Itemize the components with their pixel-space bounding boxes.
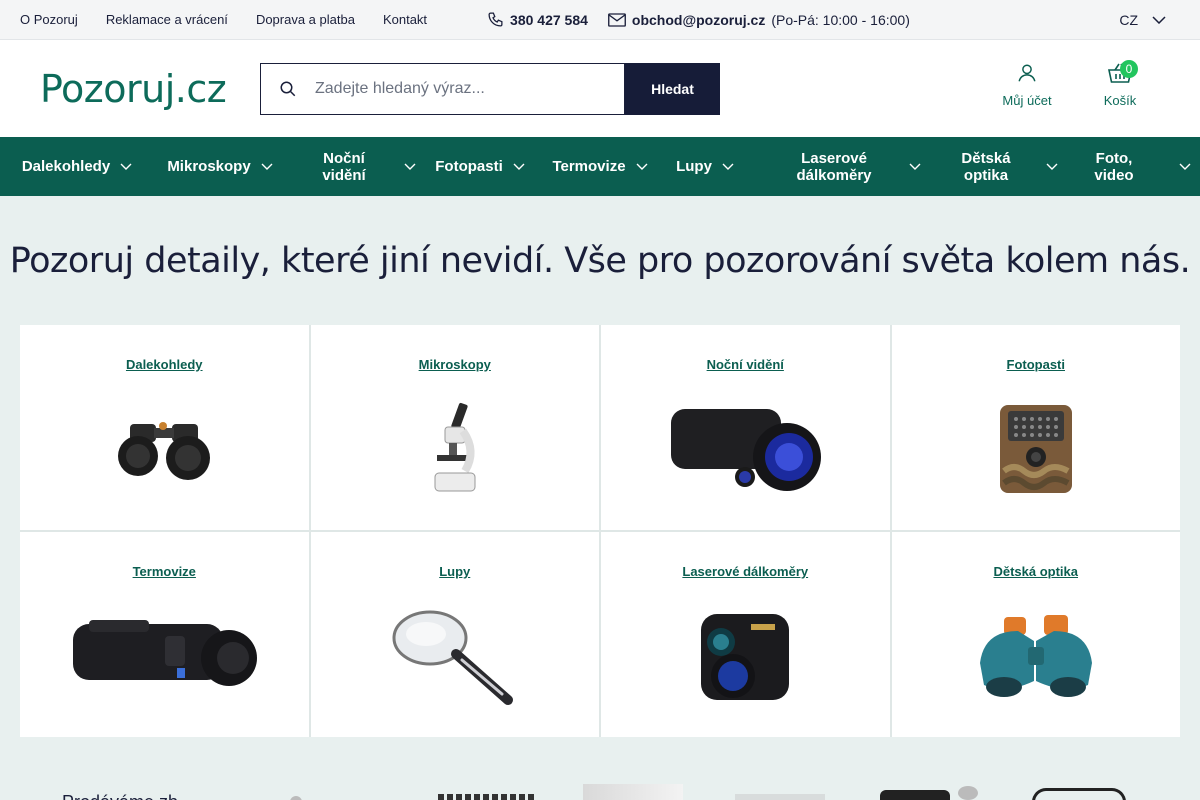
nav-item-thermal[interactable]: Termovize bbox=[540, 137, 660, 196]
category-title[interactable]: Dětská optika bbox=[993, 564, 1078, 579]
brand-logo[interactable] bbox=[290, 796, 302, 800]
binoculars-image bbox=[114, 394, 214, 504]
nav-item-microscopes[interactable]: Mikroskopy bbox=[150, 137, 290, 196]
nav-label: Lupy bbox=[676, 158, 712, 175]
chevron-down-icon bbox=[909, 163, 921, 170]
brand-logo[interactable] bbox=[583, 784, 683, 800]
chevron-down-icon bbox=[1152, 15, 1166, 24]
search-icon bbox=[279, 80, 297, 98]
brand-logo[interactable] bbox=[1032, 788, 1126, 800]
nav-item-kids-optics[interactable]: Dětská optika bbox=[930, 137, 1070, 196]
brand-logo[interactable] bbox=[438, 794, 534, 800]
email-address[interactable]: obchod@pozoruj.cz bbox=[632, 12, 765, 28]
top-links: O Pozoruj Reklamace a vrácení Doprava a … bbox=[20, 12, 427, 27]
top-link-about[interactable]: O Pozoruj bbox=[20, 12, 78, 27]
category-card-microscopes[interactable]: Mikroskopy bbox=[310, 325, 599, 530]
site-logo[interactable]: Pozoruj.cz bbox=[40, 67, 260, 111]
chevron-down-icon bbox=[513, 163, 525, 170]
nav-label: Dalekohledy bbox=[21, 158, 111, 175]
nav-label: Termovize bbox=[552, 158, 626, 175]
user-icon bbox=[1016, 62, 1038, 84]
chevron-down-icon bbox=[1179, 163, 1191, 170]
cart-button[interactable]: 0 Košík bbox=[1098, 60, 1142, 108]
brands-heading: Prodáváme zb bbox=[62, 792, 178, 800]
chevron-down-icon bbox=[120, 163, 132, 170]
thermal-imager-image bbox=[69, 601, 259, 711]
nav-item-night-vision[interactable]: Noční vidění bbox=[290, 137, 420, 196]
chevron-down-icon bbox=[404, 163, 416, 170]
top-link-returns[interactable]: Reklamace a vrácení bbox=[106, 12, 228, 27]
account-button[interactable]: Můj účet bbox=[1000, 62, 1054, 108]
category-card-kids-optics[interactable]: Dětská optika bbox=[891, 532, 1180, 737]
mail-icon bbox=[607, 12, 626, 27]
category-title[interactable]: Mikroskopy bbox=[419, 357, 491, 372]
category-title[interactable]: Fotopasti bbox=[1007, 357, 1066, 372]
rangefinder-image bbox=[695, 601, 795, 711]
category-card-night-vision[interactable]: Noční vidění bbox=[601, 325, 890, 530]
contact-info: 380 427 584 obchod@pozoruj.cz (Po-Pá: 10… bbox=[487, 11, 910, 28]
phone-icon bbox=[487, 11, 504, 28]
category-card-magnifiers[interactable]: Lupy bbox=[310, 532, 599, 737]
chevron-down-icon bbox=[1046, 163, 1058, 170]
category-title[interactable]: Laserové dálkoměry bbox=[682, 564, 808, 579]
kids-binoculars-image bbox=[974, 601, 1098, 711]
chevron-down-icon bbox=[261, 163, 273, 170]
top-link-contact[interactable]: Kontakt bbox=[383, 12, 427, 27]
chevron-down-icon bbox=[636, 163, 648, 170]
category-title[interactable]: Lupy bbox=[439, 564, 470, 579]
magnifier-image bbox=[390, 601, 520, 711]
top-link-shipping[interactable]: Doprava a platba bbox=[256, 12, 355, 27]
phone-number[interactable]: 380 427 584 bbox=[510, 12, 588, 28]
nav-item-photo-video[interactable]: Foto, video bbox=[1070, 137, 1200, 196]
category-card-binoculars[interactable]: Dalekohledy bbox=[20, 325, 309, 530]
top-utility-bar: O Pozoruj Reklamace a vrácení Doprava a … bbox=[0, 0, 1200, 40]
nav-label: Foto, video bbox=[1094, 149, 1134, 184]
nav-item-trail-cameras[interactable]: Fotopasti bbox=[420, 137, 540, 196]
search-button[interactable]: Hledat bbox=[625, 62, 720, 115]
category-card-thermal[interactable]: Termovize bbox=[20, 532, 309, 737]
account-label: Můj účet bbox=[1002, 93, 1052, 108]
trail-camera-image bbox=[998, 394, 1074, 504]
category-title[interactable]: Noční vidění bbox=[707, 357, 784, 372]
brand-logo[interactable] bbox=[735, 794, 825, 800]
search-bar: Zadejte hledaný výraz... Hledat bbox=[260, 62, 720, 115]
nav-item-binoculars[interactable]: Dalekohledy bbox=[0, 137, 150, 196]
nav-label: Dětská optika bbox=[961, 149, 1011, 184]
nav-item-rangefinders[interactable]: Laserové dálkoměry bbox=[750, 137, 930, 196]
nav-label: Laserové dálkoměry bbox=[796, 149, 872, 184]
language-selector[interactable]: CZ bbox=[1119, 12, 1166, 28]
brand-strip: Prodáváme zb bbox=[0, 780, 1200, 800]
search-placeholder: Zadejte hledaný výraz... bbox=[315, 79, 485, 97]
category-card-trail-cameras[interactable]: Fotopasti bbox=[891, 325, 1180, 530]
nav-label: Noční vidění bbox=[322, 149, 366, 184]
category-nav: Dalekohledy Mikroskopy Noční vidění Foto… bbox=[0, 137, 1200, 196]
opening-hours: (Po-Pá: 10:00 - 16:00) bbox=[771, 11, 910, 28]
chevron-down-icon bbox=[722, 163, 734, 170]
cart-label: Košík bbox=[1103, 93, 1137, 108]
language-label: CZ bbox=[1119, 11, 1138, 28]
brand-logo[interactable] bbox=[958, 786, 978, 800]
category-card-rangefinders[interactable]: Laserové dálkoměry bbox=[601, 532, 890, 737]
nav-label: Mikroskopy bbox=[167, 158, 251, 175]
night-vision-image bbox=[665, 394, 825, 504]
category-grid: Dalekohledy Mikroskopy Noční vidění Foto… bbox=[20, 325, 1180, 737]
category-title[interactable]: Dalekohledy bbox=[126, 357, 203, 372]
hero-headline: Pozoruj detaily, které jiní nevidí. Vše … bbox=[9, 241, 1191, 281]
category-title[interactable]: Termovize bbox=[133, 564, 196, 579]
nav-item-magnifiers[interactable]: Lupy bbox=[660, 137, 750, 196]
search-input[interactable]: Zadejte hledaný výraz... bbox=[260, 62, 625, 115]
nav-label: Fotopasti bbox=[435, 158, 503, 175]
brand-logo[interactable] bbox=[880, 790, 950, 800]
cart-count-badge: 0 bbox=[1120, 60, 1138, 78]
microscope-image bbox=[425, 394, 485, 504]
main-header: Pozoruj.cz Zadejte hledaný výraz... Hled… bbox=[0, 40, 1200, 137]
